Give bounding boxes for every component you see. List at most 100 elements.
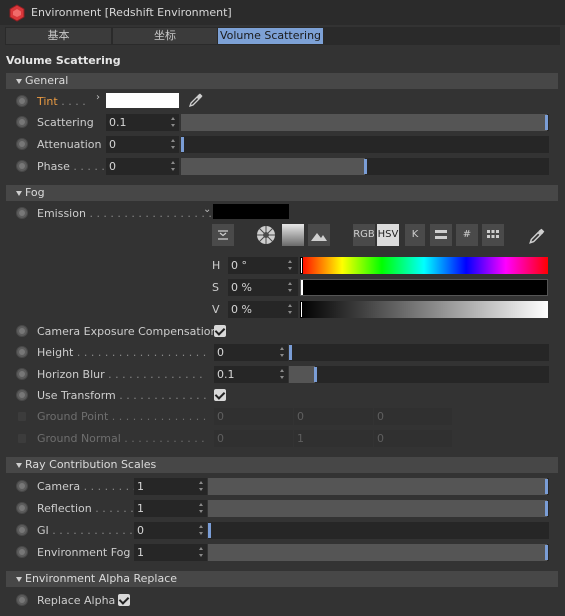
animate-radio[interactable] — [16, 207, 28, 219]
camera-slider[interactable] — [208, 478, 549, 495]
animate-radio[interactable] — [16, 389, 28, 401]
value-stepper[interactable] — [287, 303, 294, 315]
attenuation-input[interactable]: 0 — [106, 136, 179, 153]
saturation-slider[interactable] — [300, 279, 548, 296]
height-stepper[interactable] — [279, 346, 286, 358]
eyedropper-icon[interactable] — [528, 227, 546, 245]
hex-button[interactable]: # — [456, 224, 478, 246]
slider-handle[interactable] — [545, 479, 548, 494]
group-alpha-replace[interactable]: Environment Alpha Replace — [6, 571, 558, 587]
use-transform-checkbox[interactable] — [214, 389, 226, 401]
saturation-stepper[interactable] — [287, 281, 294, 293]
scattering-input[interactable]: 0.1 — [106, 114, 179, 131]
animate-radio[interactable] — [16, 95, 28, 107]
tab-basic[interactable]: 基本 — [6, 28, 111, 44]
animate-radio[interactable] — [16, 594, 28, 606]
emission-color-swatch[interactable] — [213, 204, 289, 219]
animate-radio[interactable] — [16, 138, 28, 150]
slider-fill — [181, 158, 365, 175]
animate-radio[interactable] — [16, 346, 28, 358]
collapse-triangle-icon — [16, 79, 22, 84]
group-fog[interactable]: Fog — [6, 185, 558, 201]
replace-alpha-checkbox[interactable] — [118, 594, 130, 606]
image-picker-icon[interactable] — [308, 224, 330, 246]
kelvin-button[interactable]: K — [405, 224, 425, 246]
slider-handle[interactable] — [289, 345, 292, 360]
slider-handle[interactable] — [545, 115, 548, 130]
environment-fog-stepper[interactable] — [198, 546, 205, 558]
horizon-blur-slider[interactable] — [289, 366, 549, 383]
tint-color-swatch[interactable] — [106, 93, 179, 108]
slider-handle[interactable] — [545, 545, 548, 560]
swatches-icon[interactable] — [482, 224, 504, 246]
hue-slider[interactable] — [300, 257, 548, 274]
environment-fog-slider[interactable] — [208, 544, 549, 561]
saturation-label: S — [212, 281, 219, 294]
animate-radio[interactable] — [16, 502, 28, 514]
reflection-input[interactable]: 1 — [134, 500, 207, 517]
chevron-down-icon[interactable]: ⌄ — [203, 204, 211, 215]
slider-handle[interactable] — [545, 501, 548, 516]
slider-handle[interactable] — [208, 523, 211, 538]
animate-radio[interactable] — [16, 325, 28, 337]
height-input[interactable]: 0 — [214, 344, 288, 361]
replace-alpha-label: Replace Alpha — [37, 594, 116, 607]
gi-stepper[interactable] — [198, 524, 205, 536]
scattering-slider[interactable] — [181, 114, 549, 131]
tab-coord[interactable]: 坐标 — [113, 28, 217, 44]
slider-fill — [208, 478, 547, 495]
slider-handle[interactable] — [301, 280, 303, 295]
slider-fill — [181, 114, 547, 131]
gi-input[interactable]: 0 — [134, 522, 207, 539]
hue-stepper[interactable] — [287, 259, 294, 271]
phase-input[interactable]: 0 — [106, 158, 179, 175]
phase-stepper[interactable] — [170, 160, 177, 172]
horizon-blur-stepper[interactable] — [279, 368, 286, 380]
phase-slider[interactable] — [181, 158, 549, 175]
attenuation-stepper[interactable] — [170, 138, 177, 150]
camera-input[interactable]: 1 — [134, 478, 207, 495]
animate-radio[interactable] — [16, 524, 28, 536]
hsv-button[interactable]: HSV — [377, 224, 399, 246]
camera-exposure-checkbox[interactable] — [214, 325, 226, 337]
attenuation-slider[interactable] — [181, 136, 549, 153]
camera-stepper[interactable] — [198, 480, 205, 492]
slider-handle[interactable] — [314, 367, 317, 382]
reflection-label: Reflection . . . . . . . — [37, 502, 141, 515]
tint-label: Tint . . . . — [37, 95, 86, 108]
eyedropper-icon[interactable] — [188, 92, 204, 108]
group-label: Fog — [25, 186, 45, 199]
collapse-picker-icon[interactable] — [212, 224, 234, 246]
group-label: Ray Contribution Scales — [25, 458, 157, 471]
animate-radio[interactable] — [16, 480, 28, 492]
group-ray-contribution[interactable]: Ray Contribution Scales — [6, 457, 558, 473]
slider-handle[interactable] — [300, 301, 303, 318]
reflection-stepper[interactable] — [198, 502, 205, 514]
animate-radio[interactable] — [16, 546, 28, 558]
scattering-stepper[interactable] — [170, 116, 177, 128]
section-title: Volume Scattering — [6, 54, 121, 67]
value-slider[interactable] — [300, 301, 548, 318]
animate-radio[interactable] — [16, 160, 28, 172]
tab-volume-scattering[interactable]: Volume Scattering — [218, 28, 323, 44]
group-general[interactable]: General — [6, 73, 558, 89]
ground-normal-z-input: 0 — [374, 430, 452, 447]
ground-point-z-input: 0 — [374, 408, 452, 425]
slider-handle[interactable] — [181, 137, 184, 152]
gi-slider[interactable] — [208, 522, 549, 539]
collapse-triangle-icon — [16, 577, 22, 582]
slider-handle[interactable] — [300, 257, 303, 274]
animate-radio[interactable] — [16, 368, 28, 380]
environment-fog-input[interactable]: 1 — [134, 544, 207, 561]
horizon-blur-input[interactable]: 0.1 — [214, 366, 288, 383]
height-slider[interactable] — [289, 344, 549, 361]
animate-radio[interactable] — [16, 116, 28, 128]
color-wheel-icon[interactable] — [254, 224, 278, 246]
reflection-slider[interactable] — [208, 500, 549, 517]
ground-point-label: Ground Point . . . . . . . . . . . . . . — [37, 410, 207, 423]
chevron-right-icon[interactable]: › — [96, 92, 100, 103]
color-mixer-icon[interactable] — [430, 224, 452, 246]
rgb-button[interactable]: RGB — [353, 224, 375, 246]
color-spectrum-icon[interactable] — [282, 224, 304, 246]
slider-handle[interactable] — [364, 159, 367, 174]
